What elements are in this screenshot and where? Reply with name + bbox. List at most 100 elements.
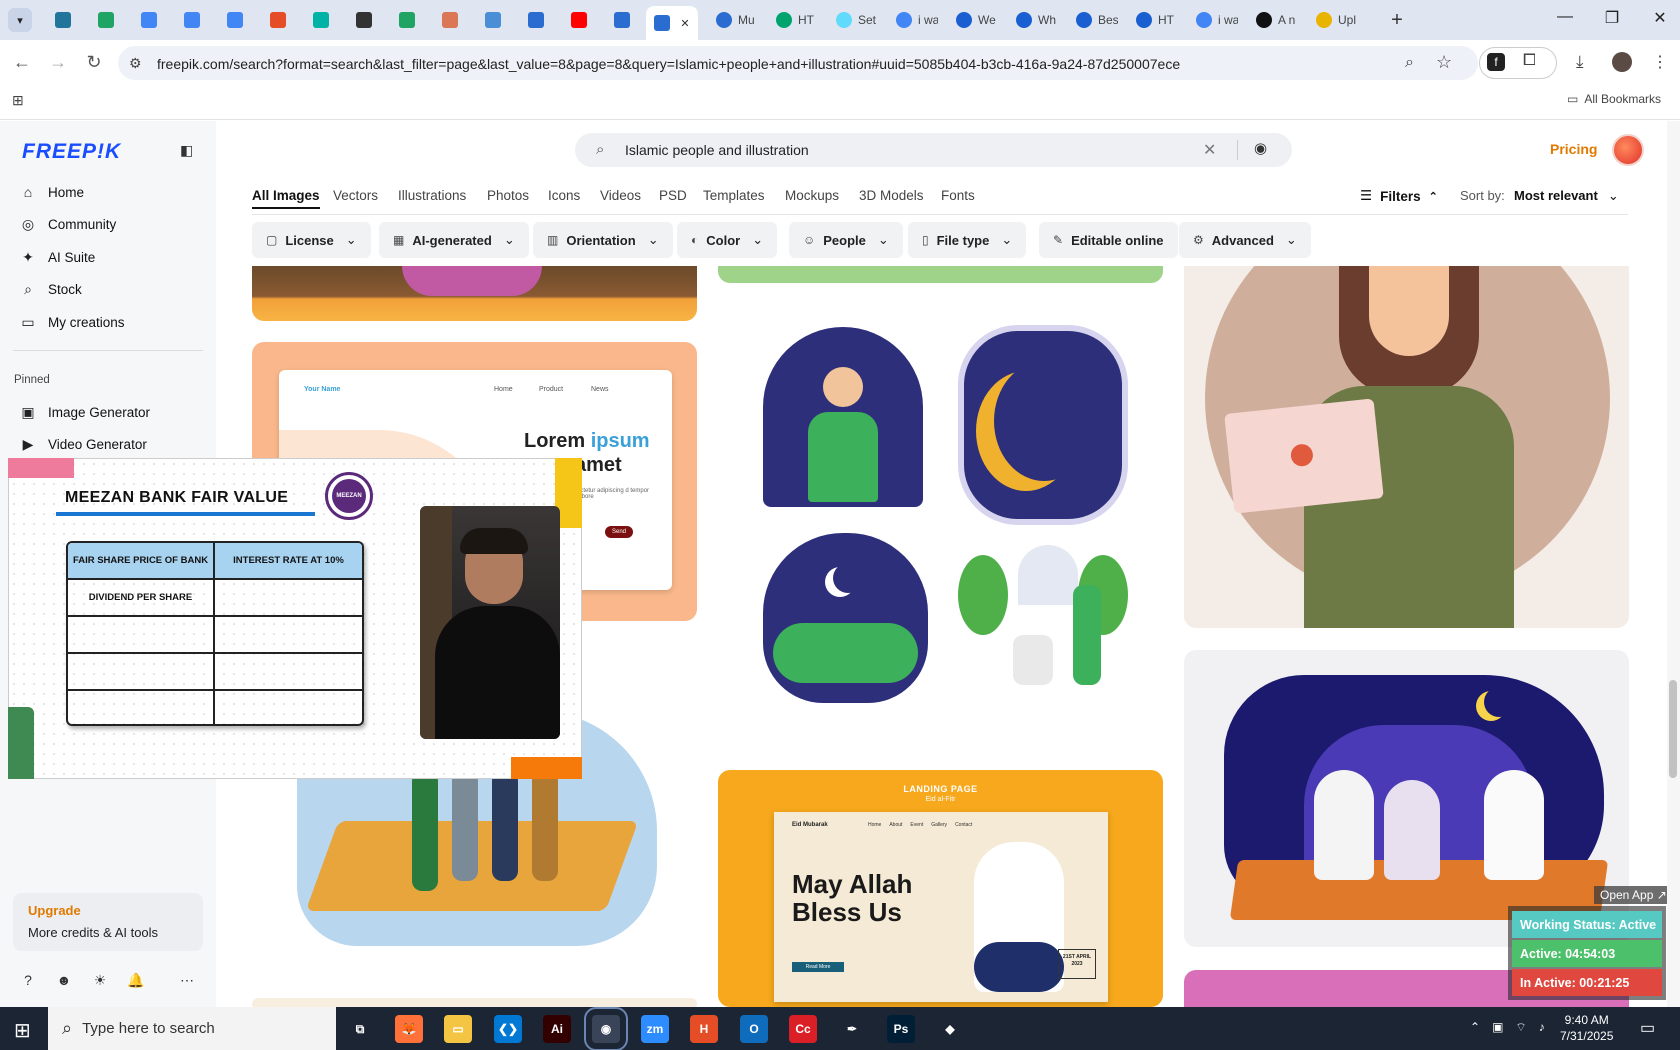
vscode-icon[interactable]: ❮❯	[494, 1015, 522, 1043]
open-app-button[interactable]: Open App ↗	[1594, 886, 1673, 904]
browser-tab[interactable]: A n	[1248, 6, 1306, 34]
image-card-iftar-night[interactable]	[1184, 650, 1629, 947]
category-tab-icons[interactable]: Icons	[548, 188, 580, 203]
browser-tab[interactable]	[429, 6, 471, 34]
zoom-icon[interactable]: ⌕	[1405, 54, 1414, 72]
filter-chip-color[interactable]: ◐ Color ⌄	[677, 222, 778, 258]
tray-volume-icon[interactable]: ♪	[1539, 1020, 1545, 1035]
close-window-button[interactable]: ✕	[1645, 8, 1675, 28]
browser-tab[interactable]	[128, 6, 170, 34]
app-icon[interactable]: ◆	[936, 1015, 964, 1043]
firefox-icon[interactable]: 🦊	[395, 1015, 423, 1043]
category-tab-photos[interactable]: Photos	[487, 188, 529, 203]
sidebar-item-ai-suite[interactable]: ✦ AI Suite	[20, 244, 95, 270]
pinned-item-video-generator[interactable]: ▶ Video Generator	[20, 431, 147, 457]
category-tab-3d-models[interactable]: 3D Models	[859, 188, 924, 203]
browser-tab[interactable]	[257, 6, 299, 34]
browser-tab[interactable]: Upl	[1308, 6, 1366, 34]
minimize-button[interactable]: —	[1550, 8, 1580, 26]
browser-tab[interactable]	[472, 6, 514, 34]
camera-search-icon[interactable]: ◉	[1254, 139, 1267, 157]
image-card-eid-landing[interactable]: LANDING PAGE Eid al-Fitr Eid Mubarak Hom…	[718, 770, 1163, 1007]
browser-tab[interactable]	[601, 6, 643, 34]
chrome-icon[interactable]: ◉	[584, 1007, 628, 1050]
taskbar-clock[interactable]: 9:40 AM 7/31/2025	[1560, 1012, 1613, 1044]
category-tab-videos[interactable]: Videos	[600, 188, 641, 203]
filter-chip-ai-generated[interactable]: ▦ AI-generated ⌄	[379, 222, 529, 258]
creative-cloud-icon[interactable]: Cc	[789, 1015, 817, 1043]
zoom-icon[interactable]: zm	[641, 1015, 669, 1043]
pen-tool-icon[interactable]: ✒	[838, 1015, 866, 1043]
windows-start-icon[interactable]: ⊞	[14, 1018, 31, 1043]
category-tab-mockups[interactable]: Mockups	[785, 188, 839, 203]
filter-chip-advanced[interactable]: ⚙ Advanced ⌄	[1179, 222, 1311, 258]
notification-center-icon[interactable]: ▭	[1640, 1018, 1655, 1038]
browser-tab[interactable]	[171, 6, 213, 34]
browser-tab[interactable]	[558, 6, 600, 34]
browser-tab[interactable]	[85, 6, 127, 34]
taskbar-search[interactable]: ⌕ Type here to search	[48, 1007, 336, 1050]
html-editor-icon[interactable]: H	[690, 1015, 718, 1043]
sidebar-item-stock[interactable]: ⌕ Stock	[20, 277, 82, 303]
all-bookmarks-folder[interactable]: ▭ All Bookmarks	[1567, 92, 1661, 106]
menu-kebab-icon[interactable]: ⋮	[1652, 52, 1668, 72]
file-explorer-icon[interactable]: ▭	[444, 1015, 472, 1043]
freepik-logo[interactable]: FREEP!K	[22, 140, 121, 164]
image-card-top-left[interactable]	[252, 266, 697, 321]
category-tab-all-images[interactable]: All Images	[252, 188, 320, 209]
browser-tab[interactable]: Bes	[1068, 6, 1126, 34]
filter-chip-editable-online[interactable]: ✎ Editable online	[1039, 222, 1178, 258]
font-extension-icon[interactable]: f	[1487, 53, 1505, 71]
user-avatar[interactable]	[1612, 134, 1644, 166]
browser-tab[interactable]: Wh	[1008, 6, 1066, 34]
photoshop-icon[interactable]: Ps	[887, 1015, 915, 1043]
sort-select[interactable]: Most relevant ⌄	[1514, 188, 1619, 204]
image-card-top-middle[interactable]	[718, 266, 1163, 283]
url-text[interactable]: freepik.com/search?format=search&last_fi…	[157, 56, 1180, 72]
pricing-link[interactable]: Pricing	[1550, 141, 1597, 157]
browser-tab[interactable]: Mu	[708, 6, 766, 34]
illustrator-icon[interactable]: Ai	[543, 1015, 571, 1043]
tab-search-button[interactable]: ▾	[8, 8, 32, 32]
forward-icon[interactable]: →	[46, 52, 70, 73]
bookmark-star-icon[interactable]: ☆	[1436, 52, 1452, 73]
browser-tab-active[interactable]: ✕	[646, 6, 698, 40]
close-tab-icon[interactable]: ✕	[680, 17, 689, 30]
clear-search-icon[interactable]: ✕	[1203, 140, 1216, 160]
browser-tab[interactable]	[300, 6, 342, 34]
page-scrollbar[interactable]	[1667, 121, 1680, 1007]
reload-icon[interactable]: ↻	[82, 52, 106, 73]
filter-chip-orientation[interactable]: ▥ Orientation ⌄	[533, 222, 673, 258]
tray-wifi-icon[interactable]: ⌔	[1515, 1020, 1526, 1035]
theme-toggle-icon[interactable]: ☀	[91, 972, 109, 989]
browser-tab[interactable]: i wa	[888, 6, 946, 34]
browser-tab[interactable]: i wa	[1188, 6, 1246, 34]
outlook-icon[interactable]: O	[740, 1015, 768, 1043]
image-card-hijab-laptop[interactable]	[1184, 266, 1629, 628]
site-info-icon[interactable]: ⚙	[129, 55, 142, 72]
new-tab-button[interactable]: +	[1376, 6, 1418, 34]
tray-chevron-icon[interactable]: ⌃	[1470, 1020, 1480, 1035]
filters-toggle[interactable]: ☰ Filters ⌃	[1360, 188, 1438, 204]
browser-tab[interactable]	[343, 6, 385, 34]
search-input[interactable]: Islamic people and illustration	[625, 142, 809, 158]
extensions-puzzle-icon[interactable]: ⧠	[1523, 52, 1536, 70]
more-options-icon[interactable]: ⋯	[178, 972, 196, 989]
tray-network-icon[interactable]: ▣	[1492, 1020, 1503, 1035]
category-tab-vectors[interactable]: Vectors	[333, 188, 378, 203]
image-card-ramadan-set[interactable]	[718, 305, 1163, 710]
browser-tab[interactable]	[515, 6, 557, 34]
collapse-sidebar-icon[interactable]: ◧	[180, 142, 193, 159]
scrollbar-thumb[interactable]	[1669, 680, 1677, 778]
browser-tab[interactable]: We	[948, 6, 1006, 34]
browser-tab[interactable]	[42, 6, 84, 34]
browser-tab[interactable]: HT	[1128, 6, 1186, 34]
back-icon[interactable]: ←	[10, 52, 34, 73]
profile-avatar[interactable]	[1612, 52, 1632, 72]
filter-chip-file-type[interactable]: ▯ File type ⌄	[908, 222, 1027, 258]
pinned-item-image-generator[interactable]: ▣ Image Generator	[20, 399, 150, 425]
upgrade-card[interactable]	[13, 893, 203, 951]
category-tab-illustrations[interactable]: Illustrations	[398, 188, 466, 203]
notifications-bell-icon[interactable]: 🔔	[127, 972, 145, 989]
category-tab-templates[interactable]: Templates	[703, 188, 765, 203]
